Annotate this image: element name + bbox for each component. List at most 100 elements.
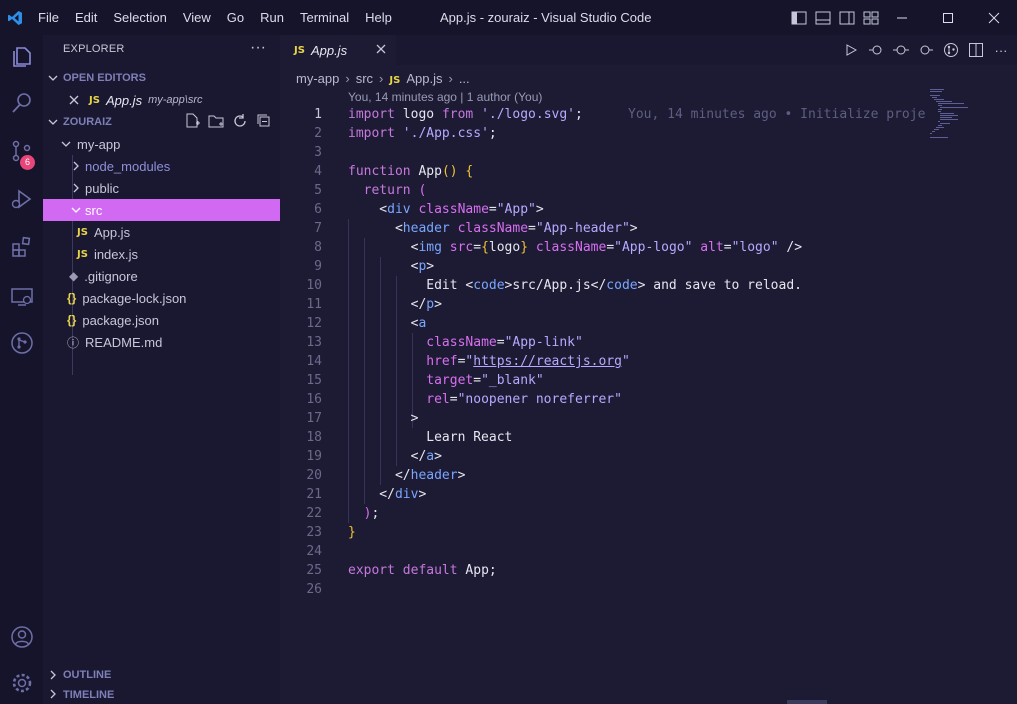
open-editors-section[interactable]: OPEN EDITORS xyxy=(43,67,280,89)
code-line-19: </a> xyxy=(348,449,442,464)
tab-app-js[interactable]: JS App.js xyxy=(280,35,396,65)
menu-go[interactable]: Go xyxy=(219,0,252,35)
search-icon[interactable] xyxy=(0,81,43,125)
maximize-icon[interactable] xyxy=(925,0,971,35)
info-file-icon: ⓘ xyxy=(67,335,80,350)
close-tab-icon[interactable] xyxy=(376,41,386,57)
menu-edit[interactable]: Edit xyxy=(67,0,105,35)
account-icon[interactable] xyxy=(0,615,43,659)
menu-view[interactable]: View xyxy=(175,0,219,35)
run-debug-icon[interactable] xyxy=(0,177,43,221)
chevron-down-icon xyxy=(69,205,83,215)
line-number: 8 xyxy=(314,240,322,255)
line-number: 20 xyxy=(306,468,322,483)
code-line-9: <p> xyxy=(348,259,435,274)
split-editor-icon[interactable] xyxy=(968,42,984,58)
toggle-sidebar-icon[interactable] xyxy=(790,9,808,27)
line-number: 19 xyxy=(306,449,322,464)
chevron-right-icon: › xyxy=(379,70,384,86)
code-line-23: } xyxy=(348,525,356,540)
more-actions-icon[interactable]: ··· xyxy=(250,39,266,57)
new-folder-icon[interactable] xyxy=(208,113,224,132)
breadcrumb-file-label: App.js xyxy=(406,70,443,86)
tree-item-index-js[interactable]: JS index.js xyxy=(43,243,280,265)
line-number: 12 xyxy=(306,316,322,331)
chevron-right-icon: › xyxy=(448,70,453,86)
settings-gear-icon[interactable] xyxy=(0,661,43,704)
commit-circle-icon[interactable] xyxy=(893,42,909,58)
js-file-icon: JS xyxy=(294,44,305,56)
outline-section[interactable]: OUTLINE xyxy=(43,664,280,686)
remote-explorer-icon[interactable] xyxy=(0,275,43,319)
js-file-icon: JS xyxy=(389,74,401,86)
line-number: 11 xyxy=(306,297,322,312)
more-actions-icon[interactable]: ··· xyxy=(993,42,1009,58)
horizontal-scrollbar[interactable] xyxy=(787,700,827,704)
tree-item-readme[interactable]: ⓘ README.md xyxy=(43,331,280,353)
menu-help[interactable]: Help xyxy=(357,0,400,35)
minimap[interactable] xyxy=(928,87,970,147)
timeline-label: TIMELINE xyxy=(63,689,115,701)
line-number: 15 xyxy=(306,373,322,388)
tree-item-my-app[interactable]: my-app xyxy=(43,133,280,155)
git-graph-icon[interactable] xyxy=(0,321,43,365)
menu-selection[interactable]: Selection xyxy=(105,0,174,35)
tree-item-public[interactable]: public xyxy=(43,177,280,199)
tree-item-gitignore[interactable]: ◆ .gitignore xyxy=(43,265,280,287)
tree-item-src[interactable]: src xyxy=(43,199,280,221)
extensions-icon[interactable] xyxy=(0,225,43,269)
menu-run[interactable]: Run xyxy=(252,0,292,35)
js-file-icon: JS xyxy=(77,248,88,260)
git-compare-icon[interactable] xyxy=(943,42,959,58)
code-line-17: > xyxy=(348,411,419,426)
code-line-6: <div className="App"> xyxy=(348,202,544,217)
go-forward-icon[interactable] xyxy=(918,42,934,58)
breadcrumb: my-app › src › JS App.js › ... xyxy=(296,68,470,88)
code-line-22: ); xyxy=(363,506,380,521)
new-file-icon[interactable] xyxy=(184,113,200,132)
customize-layout-icon[interactable] xyxy=(862,9,880,27)
line-number: 24 xyxy=(306,544,322,559)
breadcrumb-file[interactable]: JS App.js xyxy=(389,71,442,86)
code-line-1: import logo from './logo.svg'; xyxy=(348,107,583,122)
source-control-icon[interactable]: 6 xyxy=(0,129,43,173)
explorer-icon[interactable] xyxy=(0,35,43,79)
run-file-icon[interactable] xyxy=(843,42,859,58)
timeline-section[interactable]: TIMELINE xyxy=(43,686,280,704)
line-number: 2 xyxy=(314,126,322,141)
line-number: 21 xyxy=(306,487,322,502)
code-line-16: rel="noopener noreferrer" xyxy=(426,392,622,407)
line-number: 16 xyxy=(306,392,322,407)
code-line-5: return ( xyxy=(363,183,427,198)
collapse-all-icon[interactable] xyxy=(256,113,272,132)
line-number: 18 xyxy=(306,430,322,445)
tree-item-node-modules[interactable]: node_modules xyxy=(43,155,280,177)
workspace-section[interactable]: ZOURAIZ xyxy=(43,111,280,133)
menu-terminal[interactable]: Terminal xyxy=(292,0,357,35)
tree-item-package-lock[interactable]: {} package-lock.json xyxy=(43,287,280,309)
breadcrumb-src[interactable]: src xyxy=(356,71,373,86)
chevron-down-icon xyxy=(59,139,73,149)
code-line-15: target="_blank" xyxy=(426,373,544,388)
toggle-panel-icon[interactable] xyxy=(814,9,832,27)
toggle-secondary-sidebar-icon[interactable] xyxy=(838,9,856,27)
go-back-icon[interactable] xyxy=(868,42,884,58)
open-editor-item[interactable]: JS App.js my-app\src xyxy=(43,89,280,111)
refresh-icon[interactable] xyxy=(232,113,248,132)
line-number: 23 xyxy=(306,525,322,540)
menu-file[interactable]: File xyxy=(30,0,67,35)
code-line-10: Edit <code>src/App.js</code> and save to… xyxy=(348,278,802,293)
codelens-author[interactable]: You, 14 minutes ago | 1 author (You) xyxy=(348,90,542,104)
chevron-down-icon xyxy=(43,117,63,127)
close-editor-icon[interactable] xyxy=(69,95,79,105)
layout-controls xyxy=(790,0,880,35)
tree-item-app-js[interactable]: JS App.js xyxy=(43,221,280,243)
minimize-icon[interactable] xyxy=(879,0,925,35)
breadcrumb-symbol[interactable]: ... xyxy=(459,71,470,86)
close-window-icon[interactable] xyxy=(971,0,1017,35)
tree-item-package-json[interactable]: {} package.json xyxy=(43,309,280,331)
chevron-right-icon xyxy=(69,161,83,171)
tab-label: App.js xyxy=(310,42,348,58)
open-editor-name: App.js xyxy=(105,92,143,108)
breadcrumb-my-app[interactable]: my-app xyxy=(296,71,339,86)
